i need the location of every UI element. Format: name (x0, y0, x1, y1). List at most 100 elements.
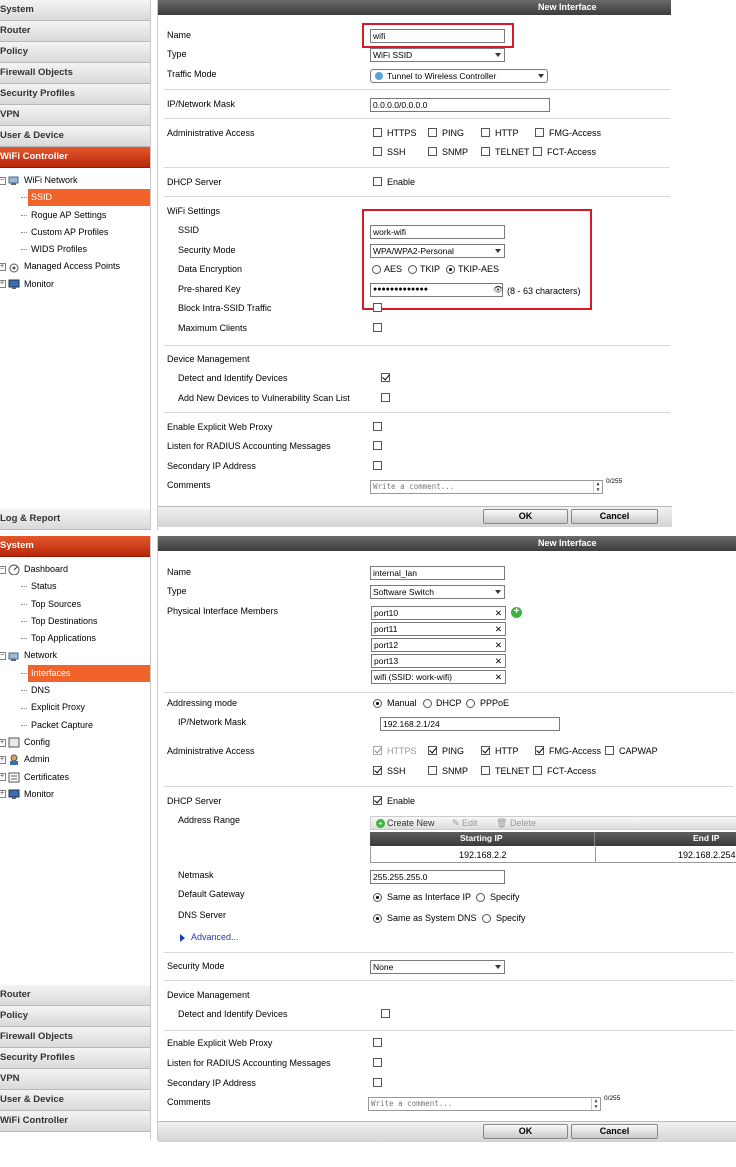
nav-system[interactable]: System (0, 0, 150, 21)
secondary-ip-checkbox[interactable] (373, 1078, 382, 1087)
tree-item-wids-profiles[interactable]: WIDS Profiles (0, 241, 150, 258)
gw-same-radio[interactable] (373, 893, 382, 902)
max-clients-checkbox[interactable] (373, 323, 382, 332)
tree-item-managed-aps[interactable]: + Managed Access Points (0, 258, 150, 275)
nav-vpn[interactable]: VPN (0, 1069, 150, 1090)
explicit-proxy-checkbox[interactable] (373, 422, 382, 431)
member-port13[interactable]: port13 ✕ (371, 654, 506, 668)
explicit-proxy-checkbox[interactable] (373, 1038, 382, 1047)
type-select[interactable]: Software Switch (370, 585, 505, 599)
expand-icon[interactable]: + (0, 280, 6, 289)
remove-icon[interactable]: ✕ (495, 655, 502, 667)
member-port10[interactable]: port10 ✕ (371, 606, 506, 620)
ping-checkbox[interactable] (428, 128, 437, 137)
nav-firewall-objects[interactable]: Firewall Objects (0, 1027, 150, 1048)
manual-radio[interactable] (373, 699, 382, 708)
expand-icon[interactable]: + (0, 263, 6, 272)
tree-item-rogue-ap[interactable]: Rogue AP Settings (0, 207, 150, 224)
tree-item-packet-capture[interactable]: Packet Capture (0, 717, 150, 734)
type-select[interactable]: WiFi SSID (370, 48, 505, 62)
tree-item-monitor[interactable]: + Monitor (0, 786, 150, 803)
cancel-button[interactable]: Cancel (571, 509, 658, 524)
traffic-mode-select[interactable]: Tunnel to Wireless Controller (370, 69, 548, 83)
tree-item-ssid[interactable]: SSID (0, 189, 150, 206)
nav-vpn[interactable]: VPN (0, 105, 150, 126)
tree-item-dns[interactable]: DNS (0, 682, 150, 699)
member-port11[interactable]: port11 ✕ (371, 622, 506, 636)
remove-icon[interactable]: ✕ (495, 639, 502, 651)
capwap-checkbox[interactable] (605, 746, 614, 755)
nav-security-profiles[interactable]: Security Profiles (0, 1048, 150, 1069)
cancel-button[interactable]: Cancel (571, 1124, 658, 1139)
tree-item-custom-ap-profiles[interactable]: Custom AP Profiles (0, 224, 150, 241)
tree-item-monitor[interactable]: + Monitor (0, 276, 150, 293)
expand-icon[interactable]: + (0, 773, 6, 782)
col-starting-ip[interactable]: Starting IP (460, 832, 503, 845)
advanced-toggle[interactable]: Advanced... (180, 932, 239, 942)
nav-system[interactable]: System (0, 536, 150, 557)
dhcp-radio[interactable] (423, 699, 432, 708)
tree-item-explicit-proxy[interactable]: Explicit Proxy (0, 699, 150, 716)
dns-same-radio[interactable] (373, 914, 382, 923)
snmp-checkbox[interactable] (428, 147, 437, 156)
collapse-icon[interactable]: − (0, 176, 6, 185)
member-port12[interactable]: port12 ✕ (371, 638, 506, 652)
edit-button[interactable]: ✎ Edit (452, 818, 478, 829)
tree-item-wifi-network[interactable]: − WiFi Network (0, 172, 150, 189)
http-checkbox[interactable] (481, 128, 490, 137)
create-new-button[interactable]: + Create New (376, 818, 435, 828)
telnet-checkbox[interactable] (481, 147, 490, 156)
expand-icon[interactable]: + (0, 790, 6, 799)
tree-item-top-sources[interactable]: Top Sources (0, 596, 150, 613)
nav-firewall-objects[interactable]: Firewall Objects (0, 63, 150, 84)
dhcp-enable-checkbox[interactable] (373, 796, 382, 805)
member-wifi[interactable]: wifi (SSID: work-wifi) ✕ (371, 670, 506, 684)
col-end-ip[interactable]: End IP (693, 832, 719, 845)
ssh-checkbox[interactable] (373, 766, 382, 775)
aes-radio[interactable] (372, 265, 381, 274)
nav-wifi-controller[interactable]: WiFi Controller (0, 147, 150, 168)
name-input[interactable]: internal_lan (370, 566, 505, 580)
ssh-checkbox[interactable] (373, 147, 382, 156)
pppoe-radio[interactable] (466, 699, 475, 708)
http-checkbox[interactable] (481, 746, 490, 755)
nav-policy[interactable]: Policy (0, 1006, 150, 1027)
collapse-icon[interactable]: − (0, 652, 6, 661)
show-password-icon[interactable]: 👁 (493, 285, 503, 294)
fmg-access-checkbox[interactable] (535, 746, 544, 755)
dns-specify-radio[interactable] (482, 914, 491, 923)
fmg-access-checkbox[interactable] (535, 128, 544, 137)
comments-input[interactable]: Write a comment... ▲ ▼ (370, 480, 603, 494)
telnet-checkbox[interactable] (481, 766, 490, 775)
ssid-input[interactable]: work-wifi (370, 225, 505, 239)
snmp-checkbox[interactable] (428, 766, 437, 775)
tree-item-interfaces[interactable]: Interfaces (0, 665, 150, 682)
tree-item-certificates[interactable]: + Certificates (0, 769, 150, 786)
https-checkbox[interactable] (373, 128, 382, 137)
nav-router[interactable]: Router (0, 21, 150, 42)
dhcp-enable-checkbox[interactable] (373, 177, 382, 186)
nav-user-device[interactable]: User & Device (0, 126, 150, 147)
detect-devices-checkbox[interactable] (381, 373, 390, 382)
ok-button[interactable]: OK (483, 1124, 568, 1139)
tree-item-top-destinations[interactable]: Top Destinations (0, 613, 150, 630)
tree-item-status[interactable]: Status (0, 578, 150, 595)
add-member-icon[interactable]: + (511, 607, 522, 618)
table-row[interactable]: 192.168.2.2 192.168.2.254 (370, 847, 736, 863)
tkip-radio[interactable] (408, 265, 417, 274)
detect-devices-checkbox[interactable] (381, 1009, 390, 1018)
ip-input[interactable]: 192.168.2.1/24 (380, 717, 560, 731)
tree-item-config[interactable]: + Config (0, 734, 150, 751)
tree-item-network[interactable]: − Network (0, 647, 150, 664)
expand-icon[interactable]: + (0, 755, 6, 764)
remove-icon[interactable]: ✕ (495, 671, 502, 683)
remove-icon[interactable]: ✕ (495, 623, 502, 635)
tkip-aes-radio[interactable] (446, 265, 455, 274)
block-intra-ssid-checkbox[interactable] (373, 303, 382, 312)
netmask-input[interactable]: 255.255.255.0 (370, 870, 505, 884)
radius-checkbox[interactable] (373, 441, 382, 450)
nav-log-report[interactable]: Log & Report (0, 509, 150, 530)
nav-wifi-controller[interactable]: WiFi Controller (0, 1111, 150, 1132)
security-mode-select[interactable]: None (370, 960, 505, 974)
tree-item-top-applications[interactable]: Top Applications (0, 630, 150, 647)
